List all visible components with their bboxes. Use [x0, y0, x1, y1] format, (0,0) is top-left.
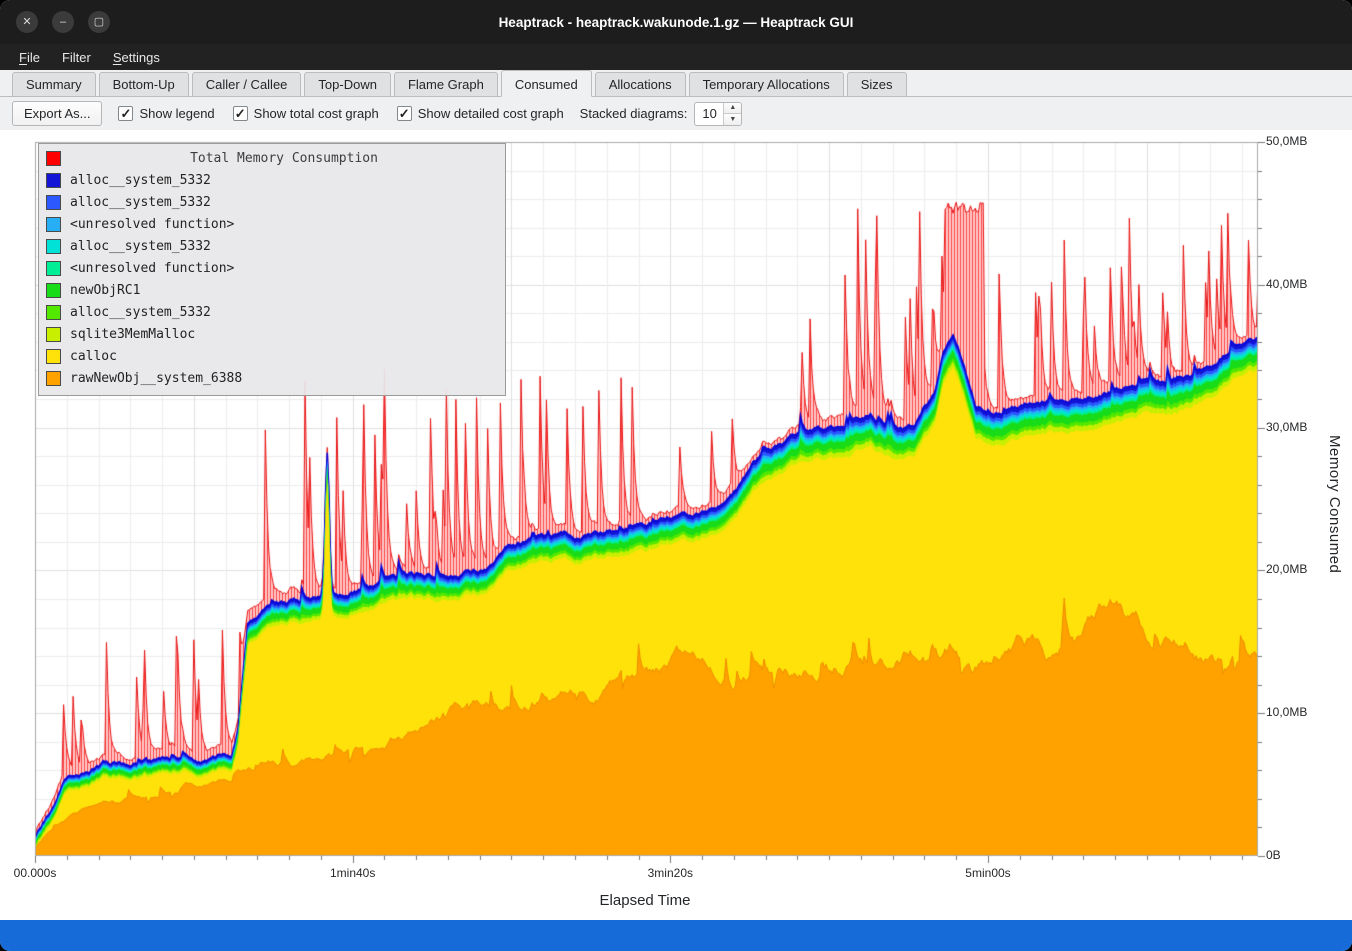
chart-legend: Total Memory Consumption alloc__system_53…	[38, 143, 506, 396]
legend-item: newObjRC1	[46, 279, 498, 301]
legend-swatch	[46, 151, 61, 166]
checkbox-icon: ✓	[118, 106, 133, 121]
menubar: FileFilterSettings	[0, 44, 1352, 70]
tab-bottom-up[interactable]: Bottom-Up	[99, 72, 189, 97]
legend-swatch	[46, 217, 61, 232]
legend-title: Total Memory Consumption	[70, 151, 498, 166]
legend-label: newObjRC1	[70, 283, 140, 298]
legend-label: calloc	[70, 349, 117, 364]
legend-swatch	[46, 349, 61, 364]
legend-title-row: Total Memory Consumption	[46, 147, 498, 169]
stacked-diagrams-label: Stacked diagrams:	[580, 106, 688, 121]
checkbox-label: Show legend	[139, 106, 214, 121]
export-as-button[interactable]: Export As...	[12, 101, 102, 126]
legend-item: alloc__system_5332	[46, 235, 498, 257]
minimize-icon[interactable]: –	[52, 11, 74, 33]
legend-swatch	[46, 327, 61, 342]
legend-item: alloc__system_5332	[46, 301, 498, 323]
legend-label: <unresolved function>	[70, 261, 234, 276]
legend-label: rawNewObj__system_6388	[70, 371, 242, 386]
legend-label: alloc__system_5332	[70, 173, 211, 188]
legend-label: alloc__system_5332	[70, 239, 211, 254]
checkbox-group: ✓ Show legend ✓ Show total cost graph ✓ Show …	[118, 106, 563, 121]
legend-item: rawNewObj__system_6388	[46, 367, 498, 389]
legend-swatch	[46, 173, 61, 188]
checkbox-icon: ✓	[233, 106, 248, 121]
legend-label: alloc__system_5332	[70, 305, 211, 320]
stacked-diagrams-value[interactable]: 10	[695, 103, 723, 125]
spinbox-arrows: ▲ ▼	[723, 103, 741, 125]
bottom-accent-bar	[0, 920, 1352, 951]
stacked-diagrams-spinbox[interactable]: 10 ▲ ▼	[694, 102, 742, 126]
legend-item: <unresolved function>	[46, 257, 498, 279]
legend-item: <unresolved function>	[46, 213, 498, 235]
spinbox-up-icon[interactable]: ▲	[724, 103, 741, 115]
legend-swatch	[46, 195, 61, 210]
checkbox-label: Show total cost graph	[254, 106, 379, 121]
legend-item: alloc__system_5332	[46, 191, 498, 213]
legend-swatch	[46, 283, 61, 298]
close-icon[interactable]: ✕	[16, 11, 38, 33]
tab-consumed[interactable]: Consumed	[501, 70, 592, 97]
legend-item: calloc	[46, 345, 498, 367]
checkbox-show-detailed-cost-graph[interactable]: ✓ Show detailed cost graph	[397, 106, 564, 121]
spinbox-down-icon[interactable]: ▼	[724, 114, 741, 125]
menu-filter[interactable]: Filter	[53, 47, 100, 68]
legend-item: sqlite3MemMalloc	[46, 323, 498, 345]
legend-label: sqlite3MemMalloc	[70, 327, 195, 342]
legend-label: alloc__system_5332	[70, 195, 211, 210]
chart-area: Total Memory Consumption alloc__system_53…	[0, 130, 1352, 920]
tab-bar: SummaryBottom-UpCaller / CalleeTop-DownF…	[0, 70, 1352, 97]
window-title: Heaptrack - heaptrack.wakunode.1.gz — He…	[0, 15, 1352, 30]
checkbox-icon: ✓	[397, 106, 412, 121]
maximize-icon[interactable]: ▢	[88, 11, 110, 33]
titlebar[interactable]: ✕ – ▢ Heaptrack - heaptrack.wakunode.1.g…	[0, 0, 1352, 44]
menu-settings[interactable]: Settings	[104, 47, 169, 68]
legend-item: alloc__system_5332	[46, 169, 498, 191]
legend-swatch	[46, 261, 61, 276]
tab-flame-graph[interactable]: Flame Graph	[394, 72, 498, 97]
heaptrack-window: ✕ – ▢ Heaptrack - heaptrack.wakunode.1.g…	[0, 0, 1352, 951]
toolbar: Export As... ✓ Show legend ✓ Show total cos…	[0, 97, 1352, 130]
legend-swatch	[46, 305, 61, 320]
menu-file[interactable]: File	[10, 47, 49, 68]
tab-top-down[interactable]: Top-Down	[304, 72, 391, 97]
tab-temporary-allocations[interactable]: Temporary Allocations	[689, 72, 844, 97]
legend-label: <unresolved function>	[70, 217, 234, 232]
stacked-diagrams-group: Stacked diagrams: 10 ▲ ▼	[580, 102, 743, 126]
checkbox-show-legend[interactable]: ✓ Show legend	[118, 106, 214, 121]
window-buttons: ✕ – ▢	[16, 11, 110, 33]
tab-allocations[interactable]: Allocations	[595, 72, 686, 97]
tab-summary[interactable]: Summary	[12, 72, 96, 97]
checkbox-label: Show detailed cost graph	[418, 106, 564, 121]
tab-caller-callee[interactable]: Caller / Callee	[192, 72, 302, 97]
tab-sizes[interactable]: Sizes	[847, 72, 907, 97]
legend-swatch	[46, 239, 61, 254]
checkbox-show-total-cost-graph[interactable]: ✓ Show total cost graph	[233, 106, 379, 121]
legend-swatch	[46, 371, 61, 386]
